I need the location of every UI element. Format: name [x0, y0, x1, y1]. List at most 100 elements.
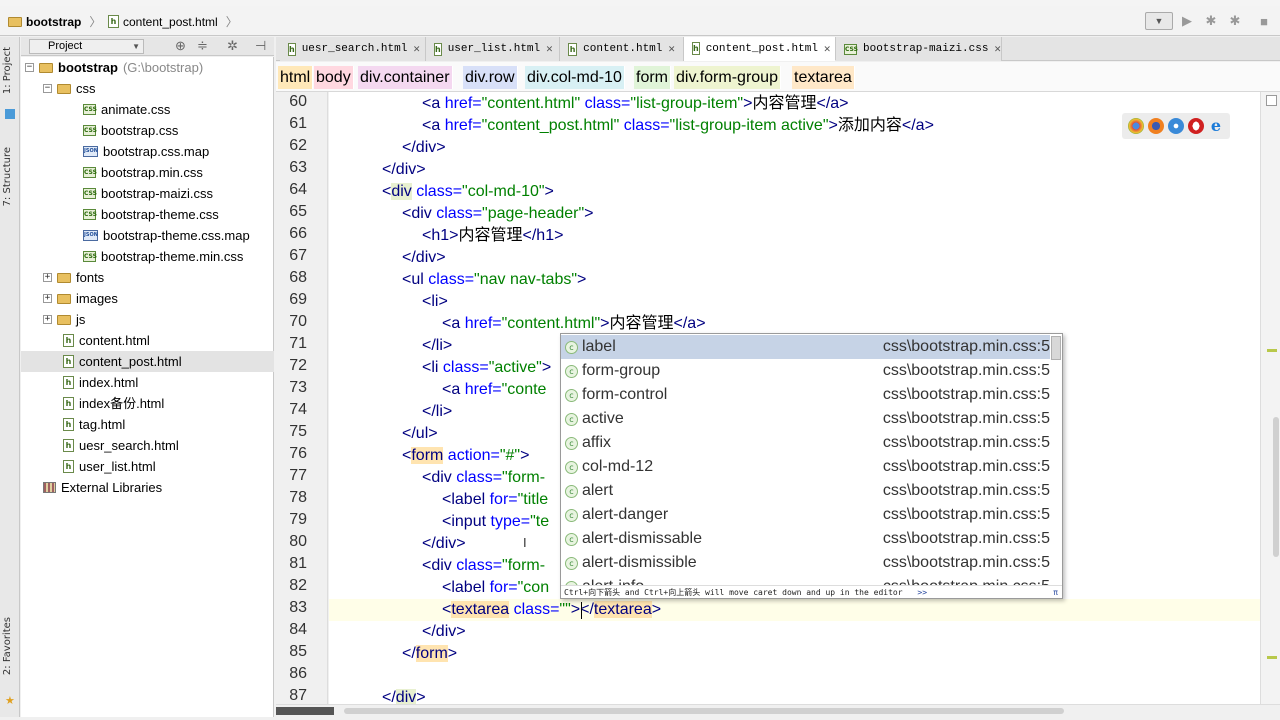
code-line[interactable]: </ul>: [402, 423, 438, 445]
tag-crumb-textarea[interactable]: textarea: [792, 66, 855, 89]
tab-project-toolwindow[interactable]: 1: Project: [2, 47, 13, 94]
code-line[interactable]: <ul class="nav nav-tabs">: [402, 269, 586, 291]
tag-crumb-body[interactable]: body: [314, 66, 354, 89]
vertical-scrollbar-thumb[interactable]: [1273, 417, 1279, 557]
tree-item-root[interactable]: − bootstrap (G:\bootstrap): [25, 57, 203, 78]
firefox-icon[interactable]: [1148, 118, 1164, 134]
code-line[interactable]: <h1>内容管理</h1>: [422, 225, 563, 247]
expand-icon[interactable]: +: [43, 315, 52, 324]
tree-item-file[interactable]: h content.html: [63, 330, 150, 351]
code-line[interactable]: </div>: [382, 687, 426, 704]
tag-crumb-div-col-md-10[interactable]: div.col-md-10: [525, 66, 625, 89]
completion-pin-icon[interactable]: π: [1053, 586, 1058, 598]
tree-item-file[interactable]: h tag.html: [63, 414, 125, 435]
run-config-dropdown[interactable]: ▼: [1145, 12, 1173, 30]
code-line[interactable]: <label for="title: [442, 489, 548, 511]
tree-item-file[interactable]: h uesr_search.html: [63, 435, 179, 456]
expand-icon[interactable]: +: [43, 294, 52, 303]
tag-crumb-div-form-group[interactable]: div.form-group: [674, 66, 781, 89]
code-line[interactable]: </form>: [402, 643, 457, 665]
tree-item-folder[interactable]: + fonts: [43, 267, 104, 288]
tab-bootstrap-maizi[interactable]: CSS bootstrap-maizi.css ✕: [836, 37, 1002, 61]
scroll-from-source-icon[interactable]: ⊕: [175, 38, 186, 54]
tree-item-file[interactable]: JSON bootstrap-theme.css.map: [83, 225, 250, 246]
expand-icon[interactable]: +: [43, 273, 52, 282]
close-icon[interactable]: ✕: [994, 42, 1001, 56]
tree-item-file[interactable]: h index备份.html: [63, 393, 164, 414]
code-line[interactable]: </li>: [422, 335, 452, 357]
collapse-icon[interactable]: −: [25, 63, 34, 72]
tree-item-file[interactable]: h index.html: [63, 372, 138, 393]
close-icon[interactable]: ✕: [413, 42, 420, 56]
completion-item[interactable]: c alert-dismissible css\bootstrap.min.css:…: [561, 551, 1050, 575]
tab-structure-toolwindow[interactable]: 7: Structure: [2, 147, 13, 206]
tag-crumb-form[interactable]: form: [634, 66, 671, 89]
horizontal-scrollbar-thumb[interactable]: [344, 708, 1064, 714]
tree-item-folder[interactable]: − css: [43, 78, 96, 99]
code-line[interactable]: <a href="conte: [442, 379, 546, 401]
completion-item[interactable]: c alert css\bootstrap.min.css:5: [561, 479, 1050, 503]
internet-explorer-icon[interactable]: e: [1208, 118, 1224, 134]
code-line[interactable]: <a href="content_post.html" class="list-…: [422, 115, 934, 137]
error-stripe[interactable]: [1260, 92, 1280, 704]
warning-marker[interactable]: [1267, 656, 1277, 659]
tree-item-file[interactable]: CSS bootstrap-theme.min.css: [83, 246, 243, 267]
breadcrumb-project[interactable]: bootstrap 〉: [8, 13, 101, 30]
tree-item-file[interactable]: CSS bootstrap-maizi.css: [83, 183, 213, 204]
collapse-all-icon[interactable]: ≑: [197, 38, 208, 54]
close-icon[interactable]: ✕: [668, 42, 675, 56]
code-line[interactable]: <li class="active">: [422, 357, 551, 379]
horizontal-scrollbar[interactable]: [276, 704, 1280, 717]
completion-item[interactable]: c alert-dismissable css\bootstrap.min.css:…: [561, 527, 1050, 551]
tab-content[interactable]: h content.html ✕: [560, 37, 684, 61]
completion-item[interactable]: c form-group css\bootstrap.min.css:5: [561, 359, 1050, 383]
tree-item-folder[interactable]: + js: [43, 309, 85, 330]
code-line[interactable]: <a href="content.html">内容管理</a>: [442, 313, 706, 335]
chrome-icon[interactable]: [1128, 118, 1144, 134]
tree-item-file[interactable]: JSON bootstrap.css.map: [83, 141, 209, 162]
code-line[interactable]: </li>: [422, 401, 452, 423]
warning-marker[interactable]: [1267, 349, 1277, 352]
gear-icon[interactable]: ✲: [227, 38, 238, 54]
tab-user-list[interactable]: h user_list.html ✕: [426, 37, 560, 61]
tree-item-external-libraries[interactable]: External Libraries: [43, 477, 162, 498]
tree-item-file[interactable]: CSS bootstrap.min.css: [83, 162, 203, 183]
code-line[interactable]: <div class="form-: [422, 467, 545, 489]
tree-item-file[interactable]: CSS bootstrap.css: [83, 120, 178, 141]
tag-crumb-html[interactable]: html: [278, 66, 314, 89]
safari-icon[interactable]: [1168, 118, 1184, 134]
completion-item[interactable]: c affix css\bootstrap.min.css:5: [561, 431, 1050, 455]
completion-item-selected[interactable]: c label css\bootstrap.min.css:5: [561, 335, 1050, 359]
completion-hint-link[interactable]: >>: [917, 588, 927, 597]
code-line[interactable]: <label for="con: [442, 577, 549, 599]
code-line[interactable]: <div class="col-md-10">: [382, 181, 554, 203]
code-line[interactable]: <div class="page-header">: [402, 203, 594, 225]
code-line[interactable]: </div>: [382, 159, 426, 181]
tree-item-file[interactable]: CSS bootstrap-theme.css: [83, 204, 219, 225]
code-line[interactable]: <form action="#">: [402, 445, 529, 467]
code-line[interactable]: <input type="te: [442, 511, 549, 533]
tree-item-file[interactable]: CSS animate.css: [83, 99, 170, 120]
coverage-button[interactable]: ✱: [1227, 12, 1243, 30]
completion-item[interactable]: c active css\bootstrap.min.css:5: [561, 407, 1050, 431]
completion-scrollbar-thumb[interactable]: [1051, 336, 1061, 360]
completion-popup[interactable]: c label css\bootstrap.min.css:5 c form-group…: [560, 333, 1063, 599]
tree-item-file-selected[interactable]: h content_post.html: [21, 351, 274, 372]
tree-item-folder[interactable]: + images: [43, 288, 118, 309]
inspection-status-icon[interactable]: [1266, 95, 1277, 106]
code-line[interactable]: </div>: [422, 621, 466, 643]
tab-uesr-search[interactable]: h uesr_search.html ✕: [280, 37, 426, 61]
project-view-selector[interactable]: Project ▼: [29, 39, 144, 54]
tab-favorites-toolwindow[interactable]: 2: Favorites: [2, 617, 13, 675]
code-line[interactable]: <li>: [422, 291, 448, 313]
code-line[interactable]: <div class="form-: [422, 555, 545, 577]
tab-content-post[interactable]: h content_post.html ✕: [684, 37, 836, 61]
tree-item-file[interactable]: h user_list.html: [63, 456, 156, 477]
completion-item[interactable]: c col-md-12 css\bootstrap.min.css:5: [561, 455, 1050, 479]
stop-button[interactable]: ■: [1256, 12, 1272, 30]
code-line[interactable]: <a href="content.html" class="list-group…: [422, 93, 849, 115]
close-icon[interactable]: ✕: [824, 42, 831, 56]
debug-button[interactable]: ✱: [1203, 12, 1219, 30]
breadcrumb-file[interactable]: h content_post.html 〉: [108, 13, 238, 30]
code-line[interactable]: </div>: [422, 533, 466, 555]
